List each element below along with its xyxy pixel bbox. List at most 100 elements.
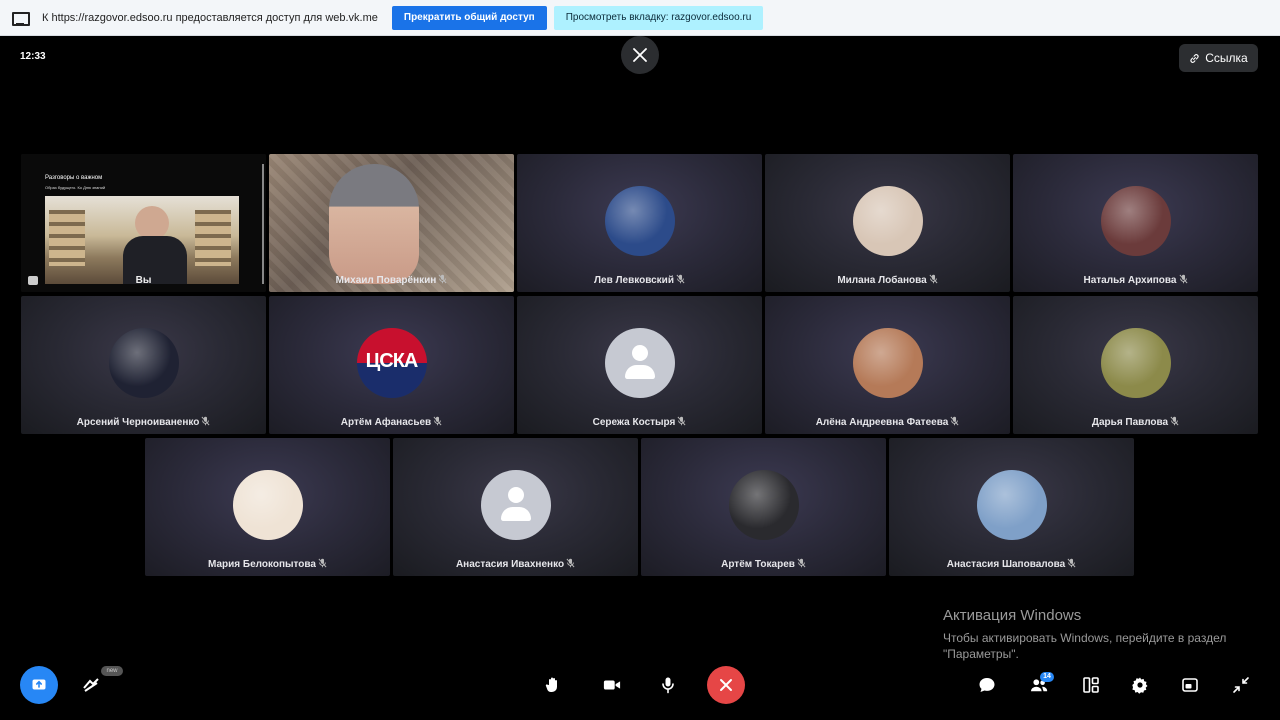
- muted-mic-icon: [433, 416, 442, 426]
- screen-share-bar: К https://razgovor.edsoo.ru предоставляе…: [0, 0, 1280, 36]
- participant-name-text: Арсений Черноиваненко: [76, 417, 200, 428]
- chat-icon: [979, 678, 995, 692]
- muted-mic-icon: [438, 274, 447, 284]
- picture-in-picture-button[interactable]: [1180, 675, 1200, 695]
- avatar: [852, 186, 923, 256]
- avatar: ЦСКА: [356, 328, 427, 398]
- participant-name: Артём Токарев: [641, 558, 886, 570]
- participant-name-text: Наталья Архипова: [1083, 275, 1177, 286]
- avatar: [1100, 328, 1171, 398]
- participant-tile[interactable]: Милана Лобанова: [765, 154, 1010, 292]
- pip-icon: [1182, 678, 1198, 692]
- effects-button[interactable]: [80, 674, 102, 696]
- call-timer: 12:33: [20, 51, 46, 62]
- avatar: [976, 470, 1047, 540]
- microphone-button[interactable]: [658, 675, 678, 695]
- participant-tile[interactable]: Михаил Поварёнкин: [269, 154, 514, 292]
- participant-tile[interactable]: Сережа Костыря: [517, 296, 762, 434]
- copy-link-button[interactable]: Ссылка: [1179, 44, 1258, 72]
- participant-name-text: Артём Токарев: [721, 559, 795, 570]
- participant-name: Дарья Павлова: [1013, 416, 1258, 428]
- participant-name: Наталья Архипова: [1013, 274, 1258, 286]
- camera-button[interactable]: [601, 675, 623, 695]
- participant-tile[interactable]: Мария Белокопытова: [145, 438, 390, 576]
- effects-badge: new: [101, 666, 123, 676]
- chat-button[interactable]: [977, 675, 997, 695]
- avatar: [232, 470, 303, 540]
- participant-name: Михаил Поварёнкин: [269, 274, 514, 286]
- participant-name: Мария Белокопытова: [145, 558, 390, 570]
- participant-tile[interactable]: Анастасия Ивахненко: [393, 438, 638, 576]
- screen-share-button[interactable]: [20, 666, 58, 704]
- avatar: [604, 328, 675, 398]
- activation-title: Активация Windows: [943, 607, 1082, 624]
- muted-mic-icon: [1179, 274, 1187, 284]
- muted-mic-icon: [318, 558, 327, 568]
- settings-button[interactable]: [1130, 675, 1150, 695]
- participant-tile[interactable]: ЦСКА Артём Афанасьев: [269, 296, 514, 434]
- participant-name: Алёна Андреевна Фатеева: [765, 416, 1010, 428]
- participant-tile[interactable]: Алёна Андреевна Фатеева: [765, 296, 1010, 434]
- muted-mic-icon: [201, 416, 210, 426]
- participant-name-text: Мария Белокопытова: [208, 559, 316, 570]
- avatar: [728, 470, 799, 540]
- gear-icon: [1132, 677, 1148, 694]
- muted-mic-icon: [950, 416, 959, 426]
- shared-screen-preview: Разговоры о важном Образ будущего. Ко Дн…: [21, 154, 266, 292]
- camera-preview: [45, 196, 239, 284]
- avatar: [108, 328, 179, 398]
- close-button[interactable]: [621, 36, 659, 74]
- windows-activation-watermark: Активация Windows Чтобы активировать Win…: [943, 607, 1243, 662]
- participant-name-text: Анастасия Шаповалова: [946, 559, 1066, 570]
- muted-mic-icon: [566, 558, 575, 568]
- grid-layout-icon: [1083, 677, 1099, 693]
- camera-icon: [603, 680, 621, 690]
- participant-video: [329, 164, 419, 284]
- raise-hand-button[interactable]: [543, 675, 563, 695]
- slide-subtitle: Образ будущего. Ко Дню знаний: [45, 185, 106, 190]
- participant-name: Анастасия Шаповалова: [889, 558, 1134, 570]
- participant-name-text: Дарья Павлова: [1091, 417, 1169, 428]
- participant-tile[interactable]: Дарья Павлова: [1013, 296, 1258, 434]
- participant-tile[interactable]: Анастасия Шаповалова: [889, 438, 1134, 576]
- avatar: [1100, 186, 1171, 256]
- close-icon: [633, 48, 647, 62]
- self-video-tile[interactable]: Разговоры о важном Образ будущего. Ко Дн…: [21, 154, 266, 292]
- participant-name-text: Лев Левковский: [594, 275, 674, 286]
- participant-name: Анастасия Ивахненко: [393, 558, 638, 570]
- link-label: Ссылка: [1205, 51, 1248, 65]
- participant-name: Арсений Черноиваненко: [21, 416, 266, 428]
- participant-name-text: Милана Лобанова: [837, 275, 927, 286]
- participant-tile[interactable]: Арсений Черноиваненко: [21, 296, 266, 434]
- participant-name-text: Артём Афанасьев: [340, 417, 432, 428]
- screen-share-icon: [32, 679, 46, 690]
- end-call-button[interactable]: [707, 666, 745, 704]
- avatar: [480, 470, 551, 540]
- participant-name-text: Анастасия Ивахненко: [455, 559, 565, 570]
- participants-count-badge: 14: [1040, 672, 1054, 682]
- participant-tile[interactable]: Наталья Архипова: [1013, 154, 1258, 292]
- participant-name: Лев Левковский: [517, 274, 762, 286]
- close-icon: [720, 679, 732, 691]
- layout-button[interactable]: [1081, 675, 1101, 695]
- share-message: К https://razgovor.edsoo.ru предоставляе…: [42, 11, 378, 24]
- screen-cast-icon: [12, 11, 30, 26]
- stop-sharing-button[interactable]: Прекратить общий доступ: [391, 5, 547, 30]
- muted-mic-icon: [1067, 558, 1076, 568]
- participant-name-text: Алёна Андреевна Фатеева: [815, 417, 949, 428]
- muted-mic-icon: [929, 274, 938, 284]
- preview-scrollbar[interactable]: [262, 164, 264, 284]
- participant-name: Милана Лобанова: [765, 274, 1010, 286]
- muted-mic-icon: [797, 558, 806, 568]
- participant-name: Артём Афанасьев: [269, 416, 514, 428]
- participant-tile[interactable]: Артём Токарев: [641, 438, 886, 576]
- exit-fullscreen-button[interactable]: [1231, 675, 1251, 695]
- participant-name: Сережа Костыря: [517, 416, 762, 428]
- minimize-icon: [1233, 677, 1249, 693]
- link-icon: [1190, 53, 1199, 63]
- avatar: [852, 328, 923, 398]
- self-name-label: Вы: [135, 275, 152, 286]
- participant-tile[interactable]: Лев Левковский: [517, 154, 762, 292]
- activation-text: Чтобы активировать Windows, перейдите в …: [943, 631, 1227, 661]
- view-tab-button[interactable]: Просмотреть вкладку: razgovor.edsoo.ru: [553, 5, 764, 30]
